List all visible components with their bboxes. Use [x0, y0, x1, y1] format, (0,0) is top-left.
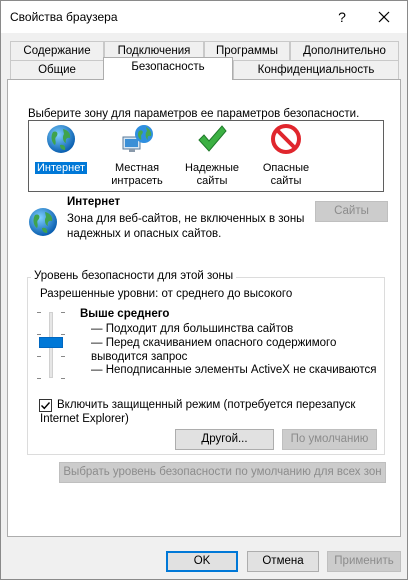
- zone-description-1: Зона для веб-сайтов, не включенных в зон…: [67, 213, 305, 225]
- level-bullet: выводится запрос: [91, 351, 188, 363]
- close-button[interactable]: [367, 4, 401, 30]
- cancel-button[interactable]: Отмена: [247, 551, 319, 572]
- reset-all-zones-button[interactable]: Выбрать уровень безопасности по умолчани…: [59, 462, 386, 483]
- zone-internet-label: Интернет: [35, 162, 87, 174]
- zone-restricted-sites[interactable]: Опасные сайты: [256, 123, 316, 188]
- zone-description-2: надежных и опасных сайтов.: [67, 228, 222, 240]
- tab-advanced[interactable]: Дополнительно: [290, 41, 399, 61]
- tab-content[interactable]: Содержание: [10, 41, 104, 61]
- tab-general[interactable]: Общие: [10, 60, 104, 80]
- custom-level-button[interactable]: Другой...: [175, 429, 274, 450]
- close-icon: [378, 11, 390, 23]
- zone-trusted-label-2: сайты: [196, 175, 228, 187]
- level-name: Выше среднего: [80, 308, 170, 320]
- zone-trusted-sites[interactable]: Надежные сайты: [182, 123, 242, 188]
- allowed-levels-text: Разрешенные уровни: от среднего до высок…: [40, 288, 293, 300]
- slider-tick: [37, 356, 41, 357]
- checkmark-icon: [41, 402, 51, 410]
- slider-tick: [61, 312, 65, 313]
- slider-tick: [37, 312, 41, 313]
- zone-trusted-label-1: Надежные: [185, 162, 239, 174]
- security-level-legend: Уровень безопасности для этой зоны: [31, 269, 237, 283]
- slider-tick: [37, 334, 41, 335]
- globe-icon: [47, 125, 75, 153]
- default-level-button[interactable]: По умолчанию: [282, 429, 377, 450]
- zone-title: Интернет: [67, 196, 121, 208]
- level-bullet: — Подходит для большинства сайтов: [91, 323, 294, 335]
- slider-tick: [61, 356, 65, 357]
- globe-icon: [29, 208, 57, 236]
- internet-options-dialog: Свойства браузера ? Содержание Подключен…: [0, 0, 408, 580]
- ok-button[interactable]: OK: [166, 551, 238, 572]
- tab-privacy[interactable]: Конфиденциальность: [233, 60, 399, 80]
- tab-security[interactable]: Безопасность: [103, 57, 233, 80]
- slider-tick: [61, 334, 65, 335]
- zone-intranet-label-1: Местная: [114, 162, 160, 174]
- level-bullet: — Перед скачиванием опасного содержимого: [91, 337, 337, 349]
- slider-tick: [37, 378, 41, 379]
- protected-mode-label-1[interactable]: Включить защищенный режим (потребуется п…: [57, 398, 355, 412]
- zone-restricted-label-1: Опасные: [262, 162, 310, 174]
- window-title: Свойства браузера: [10, 10, 118, 24]
- zone-internet[interactable]: Интернет: [31, 123, 91, 175]
- protected-mode-checkbox[interactable]: [39, 399, 52, 412]
- intranet-icon: [122, 125, 153, 152]
- zone-intranet-label-2: интрасеть: [111, 175, 163, 187]
- slider-tick: [61, 378, 65, 379]
- checkmark-icon: [198, 125, 227, 152]
- sites-button[interactable]: Сайты: [315, 201, 388, 222]
- apply-button[interactable]: Применить: [327, 551, 401, 572]
- zone-restricted-label-2: сайты: [270, 175, 302, 187]
- restricted-icon: [271, 124, 301, 154]
- help-button[interactable]: ?: [329, 4, 355, 30]
- security-slider-thumb[interactable]: [39, 337, 63, 348]
- level-bullet: — Неподписанные элементы ActiveX не скач…: [91, 364, 377, 376]
- zone-prompt: Выберите зону для параметров ее параметр…: [28, 108, 360, 120]
- zone-local-intranet[interactable]: Местная интрасеть: [107, 123, 167, 188]
- protected-mode-label-2[interactable]: Internet Explorer): [40, 412, 129, 426]
- title-bar: Свойства браузера ?: [1, 1, 407, 33]
